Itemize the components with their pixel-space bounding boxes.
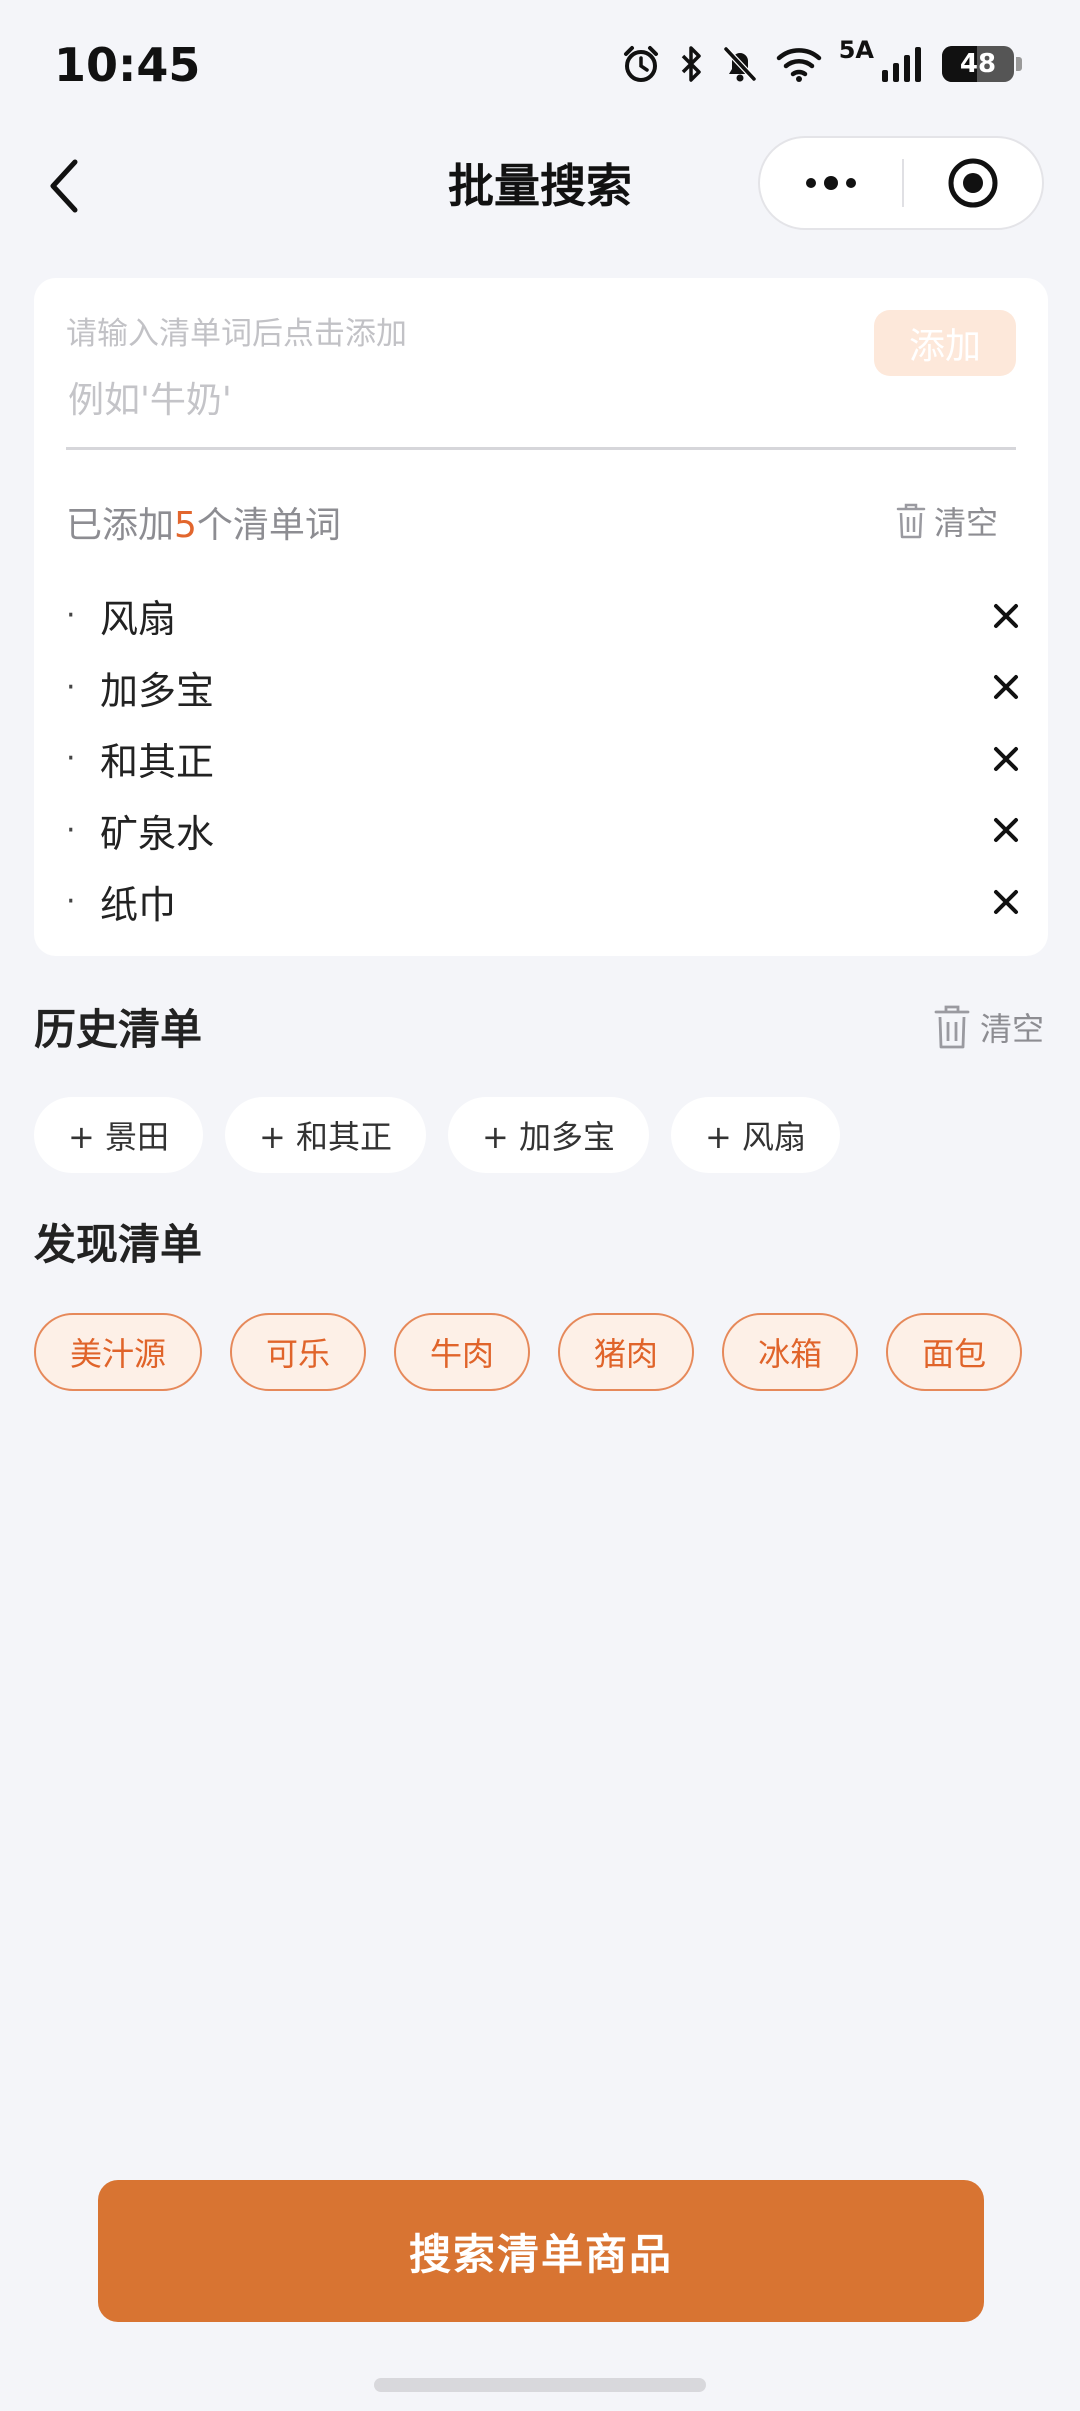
- status-time: 10:45: [54, 38, 201, 92]
- battery-icon: 48: [942, 46, 1014, 82]
- alarm-icon: [623, 46, 658, 82]
- list-item: · 矿泉水: [66, 795, 1046, 867]
- word-text: 矿泉水: [100, 811, 215, 856]
- signal-icon: [882, 47, 921, 82]
- network-type: 5A: [838, 36, 874, 64]
- discover-chip[interactable]: 美汁源: [34, 1313, 203, 1391]
- history-chip-list: + 景田 + 和其正 + 加多宝 + 风扇: [34, 1097, 840, 1173]
- list-item: · 纸巾: [66, 866, 1046, 938]
- clear-history-button[interactable]: 清空: [934, 1004, 1044, 1050]
- clear-history-label: 清空: [979, 1010, 1044, 1048]
- remove-word-button[interactable]: [984, 880, 1028, 924]
- remove-word-button[interactable]: [984, 665, 1028, 709]
- count-suffix: 个清单词: [196, 505, 341, 546]
- list-item: · 和其正: [66, 723, 1046, 795]
- history-chip[interactable]: + 和其正: [225, 1097, 426, 1173]
- add-button[interactable]: 添加: [874, 310, 1016, 376]
- close-mini-program-button[interactable]: [904, 138, 1042, 228]
- status-bar: 10:45 5A 48: [0, 0, 1080, 136]
- mini-program-capsule: [758, 136, 1044, 230]
- clear-words-label: 清空: [933, 504, 998, 542]
- discover-chip-list: 美汁源 可乐 牛肉 猪肉 冰箱 面包: [34, 1313, 1023, 1391]
- history-title: 历史清单: [34, 1005, 203, 1054]
- more-button[interactable]: [760, 138, 902, 228]
- list-item: · 加多宝: [66, 652, 1046, 724]
- word-input[interactable]: [66, 370, 1016, 430]
- trash-icon: [934, 1005, 970, 1049]
- remove-word-button[interactable]: [984, 737, 1028, 781]
- discover-chip[interactable]: 冰箱: [722, 1313, 859, 1391]
- bullet: ·: [66, 884, 76, 920]
- close-icon: [994, 746, 1018, 771]
- history-chip[interactable]: + 风扇: [671, 1097, 840, 1173]
- history-chip[interactable]: + 景田: [34, 1097, 203, 1173]
- word-text: 加多宝: [100, 668, 215, 713]
- input-underline: [66, 447, 1016, 450]
- close-icon: [994, 603, 1018, 628]
- count-prefix: 已添加: [66, 505, 175, 546]
- more-dots-icon: [806, 176, 856, 190]
- wifi-icon: [776, 48, 821, 82]
- bullet: ·: [66, 812, 76, 848]
- battery-level: 48: [959, 49, 997, 79]
- discover-chip[interactable]: 牛肉: [394, 1313, 531, 1391]
- discover-chip[interactable]: 面包: [886, 1313, 1023, 1391]
- remove-word-button[interactable]: [984, 594, 1028, 638]
- added-count-text: 已添加5个清单词: [66, 496, 341, 548]
- bluetooth-icon: [681, 46, 701, 82]
- discover-chip[interactable]: 可乐: [230, 1313, 367, 1391]
- trash-icon: [896, 503, 926, 539]
- count-number: 5: [174, 505, 197, 546]
- discover-chip[interactable]: 猪肉: [558, 1313, 695, 1391]
- list-item: · 风扇: [66, 580, 1046, 652]
- bullet: ·: [66, 598, 76, 634]
- word-list: · 风扇 · 加多宝 · 和其正 · 矿泉水 · 纸巾: [66, 580, 1046, 938]
- battery-tip: [1016, 57, 1022, 71]
- remove-word-button[interactable]: [984, 808, 1028, 852]
- close-icon: [994, 889, 1018, 914]
- status-icons: 5A 48: [621, 36, 1022, 84]
- nav-bar: 批量搜索: [0, 136, 1080, 236]
- close-icon: [994, 818, 1018, 843]
- bullet: ·: [66, 741, 76, 777]
- history-chip[interactable]: + 加多宝: [448, 1097, 649, 1173]
- home-indicator: [374, 2378, 706, 2392]
- bullet: ·: [66, 669, 76, 705]
- search-list-products-button[interactable]: 搜索清单商品: [98, 2180, 984, 2322]
- mute-bell-icon: [723, 46, 756, 82]
- target-circle-icon: [948, 158, 998, 208]
- word-list-card: 请输入清单词后点击添加 添加 已添加5个清单词 清空 · 风扇 · 加多宝: [34, 278, 1048, 956]
- input-hint: 请输入清单词后点击添加: [66, 316, 407, 352]
- close-icon: [994, 675, 1018, 700]
- discover-title: 发现清单: [34, 1220, 203, 1269]
- clear-words-button[interactable]: 清空: [896, 498, 998, 544]
- word-text: 风扇: [100, 597, 177, 642]
- word-text: 和其正: [100, 740, 215, 785]
- word-text: 纸巾: [100, 883, 177, 928]
